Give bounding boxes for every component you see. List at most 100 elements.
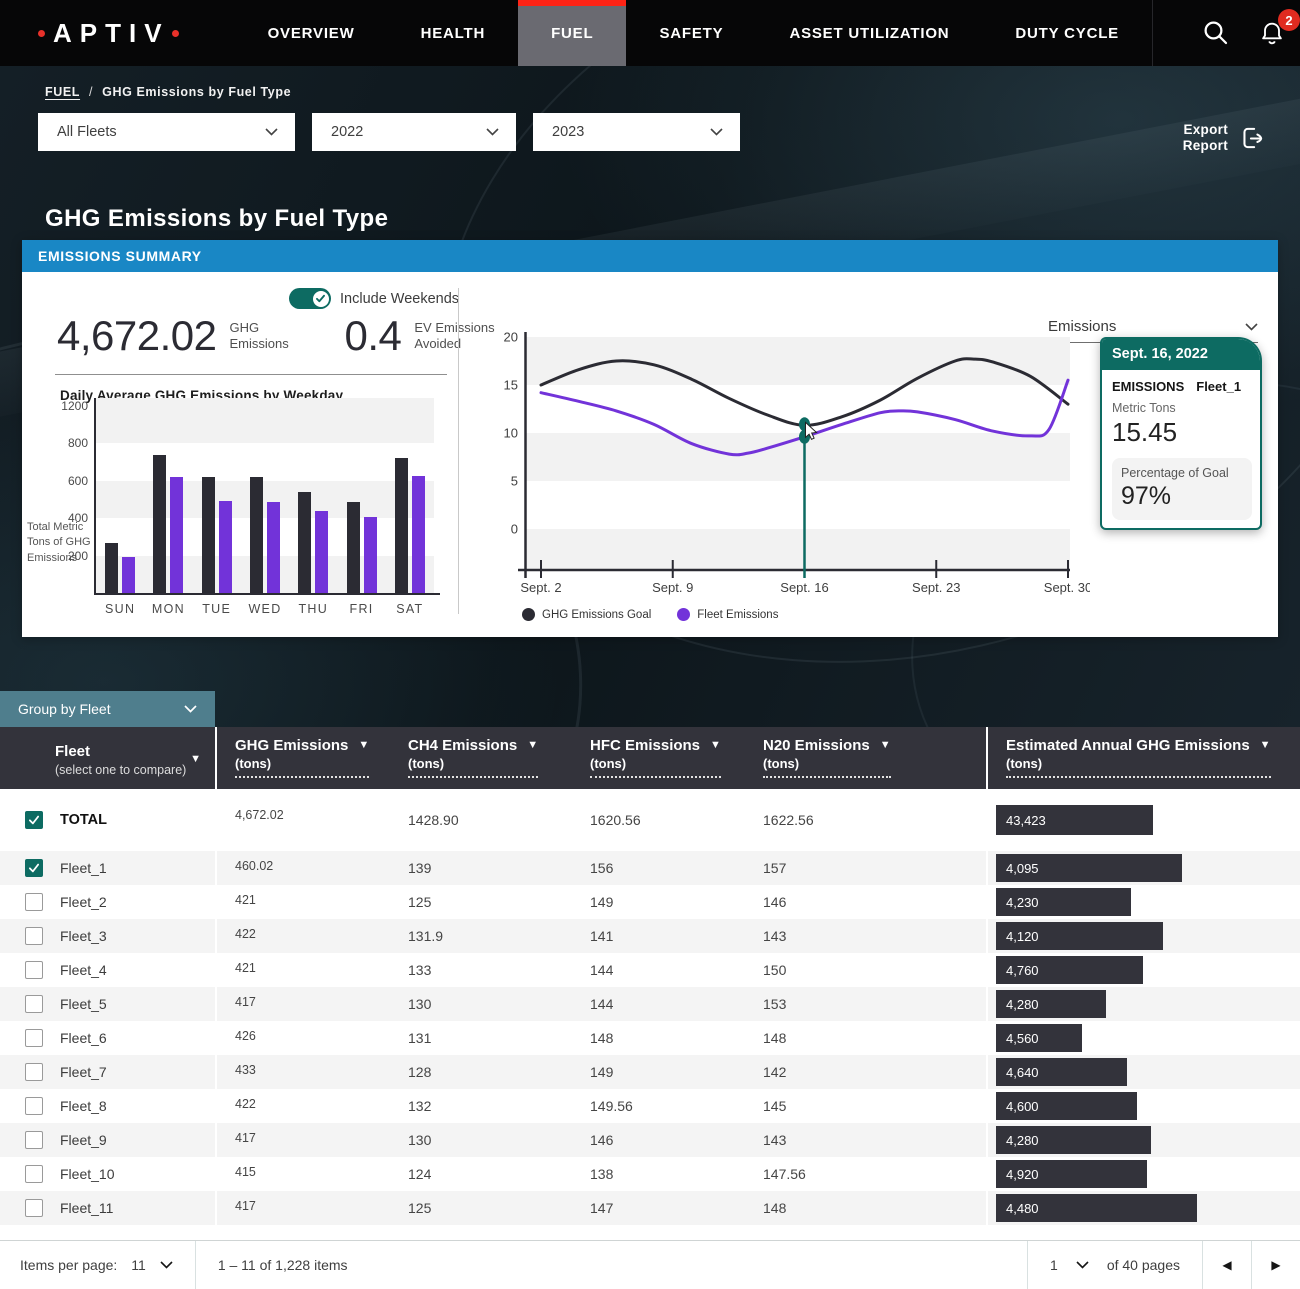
annual-ghg-bar: 4,095 <box>996 854 1182 882</box>
table-column-divider <box>215 727 217 1231</box>
emissions-line-chart[interactable]: 05101520Sept. 2Sept. 9Sept. 16Sept. 23Se… <box>496 330 1090 602</box>
sort-icon[interactable]: ▼ <box>710 739 721 752</box>
n2o-emissions-cell: 145 <box>745 1089 988 1123</box>
logo-text: APTIV <box>53 18 170 49</box>
next-page-button[interactable]: ▶ <box>1252 1241 1300 1289</box>
weekday-bar-thu-fleet[interactable] <box>315 511 328 593</box>
fleet-name: Fleet_1 <box>60 860 107 876</box>
items-per-page-control[interactable]: Items per page: 11 <box>0 1241 173 1289</box>
row-checkbox-checked[interactable] <box>25 811 43 829</box>
sort-icon[interactable]: ▼ <box>527 739 538 752</box>
column-header-fleet[interactable]: Fleet (select one to compare) ▼ <box>0 727 217 789</box>
column-header-hfc-emissions[interactable]: HFC Emissions ▼ (tons) <box>572 727 745 789</box>
nav-tab-health[interactable]: HEALTH <box>388 0 519 66</box>
table-row-fleet_8: Fleet_8 422 132 149.56 145 4,600 <box>0 1089 1300 1123</box>
column-header-estimated-annual-ghg-emissions[interactable]: Estimated Annual GHG Emissions ▼ (tons) <box>988 727 1300 789</box>
ghg-emissions-cell: 417 <box>217 1123 390 1157</box>
filter-select-0[interactable]: All Fleets <box>38 113 295 151</box>
column-label: Estimated Annual GHG Emissions <box>1006 737 1250 755</box>
row-checkbox[interactable] <box>25 1063 43 1081</box>
weekday-bar-fri-fleet[interactable] <box>364 517 377 593</box>
column-sublabel: (tons) <box>408 756 538 771</box>
search-icon[interactable] <box>1199 16 1233 50</box>
ch4-emissions-cell: 1428.90 <box>390 789 572 851</box>
row-checkbox[interactable] <box>25 1165 43 1183</box>
chevron-down-icon <box>710 128 723 136</box>
export-report-button[interactable]: ExportReport <box>1183 122 1266 154</box>
table-row-fleet_9: Fleet_9 417 130 146 143 4,280 <box>0 1123 1300 1157</box>
hfc-emissions-cell: 156 <box>572 851 745 885</box>
nav-tab-overview[interactable]: OVERVIEW <box>235 0 388 66</box>
row-checkbox[interactable] <box>25 995 43 1013</box>
column-label: HFC Emissions <box>590 737 700 755</box>
ch4-emissions-cell: 132 <box>390 1089 572 1123</box>
annual-ghg-bar: 4,230 <box>996 888 1131 916</box>
tooltip-metric-value: 15.45 <box>1112 417 1252 448</box>
sort-icon[interactable]: ▼ <box>880 739 891 752</box>
table-row-fleet_4: Fleet_4 421 133 144 150 4,760 <box>0 953 1300 987</box>
weekday-bar-fri-goal[interactable] <box>347 502 360 593</box>
column-header-ghg-emissions[interactable]: GHG Emissions ▼ (tons) <box>217 727 390 789</box>
nav-tab-duty-cycle[interactable]: DUTY CYCLE <box>982 0 1152 66</box>
legend-label: GHG Emissions Goal <box>542 609 651 621</box>
top-nav: APTIV OVERVIEWHEALTHFUELSAFETYASSET UTIL… <box>0 0 1300 66</box>
weekday-bar-tue-fleet[interactable] <box>219 501 232 593</box>
total-pages-label: of 40 pages <box>1107 1257 1180 1273</box>
previous-page-button[interactable]: ◀ <box>1203 1241 1251 1289</box>
tooltip-date: Sept. 16, 2022 <box>1102 339 1260 370</box>
row-checkbox[interactable] <box>25 961 43 979</box>
table-row-fleet_10: Fleet_10 415 124 138 147.56 4,920 <box>0 1157 1300 1191</box>
ch4-emissions-cell: 130 <box>390 1123 572 1157</box>
tooltip-fleet-name: Fleet_1 <box>1196 379 1241 394</box>
row-checkbox[interactable] <box>25 893 43 911</box>
row-checkbox-checked[interactable] <box>25 859 43 877</box>
include-weekends-toggle[interactable] <box>289 288 331 309</box>
weekday-bar-tue-goal[interactable] <box>202 477 215 593</box>
column-label: CH4 Emissions <box>408 737 517 755</box>
row-checkbox[interactable] <box>25 1029 43 1047</box>
column-sublabel: (tons) <box>590 756 721 771</box>
nav-tab-asset-utilization[interactable]: ASSET UTILIZATION <box>756 0 982 66</box>
annual-ghg-bar: 4,600 <box>996 1092 1137 1120</box>
row-checkbox[interactable] <box>25 1131 43 1149</box>
weekday-bar-sat-fleet[interactable] <box>412 476 425 593</box>
ghg-emissions-cell: 417 <box>217 1191 390 1225</box>
weekday-bar-chart: Total Metric Tons of GHG Emissions 20040… <box>22 390 458 630</box>
row-checkbox[interactable] <box>25 1199 43 1217</box>
aptiv-logo[interactable]: APTIV <box>38 0 179 66</box>
sort-icon[interactable]: ▼ <box>358 739 369 752</box>
weekday-bar-mon-goal[interactable] <box>153 455 166 593</box>
sort-icon[interactable]: ▼ <box>1260 739 1271 752</box>
weekday-bar-sat-goal[interactable] <box>395 458 408 593</box>
nav-divider <box>1152 0 1153 66</box>
weekday-bar-sun-goal[interactable] <box>105 543 118 593</box>
weekday-bar-sun-fleet[interactable] <box>122 557 135 593</box>
column-header-ch4-emissions[interactable]: CH4 Emissions ▼ (tons) <box>390 727 572 789</box>
weekday-bar-wed-fleet[interactable] <box>267 502 280 593</box>
column-header-n20-emissions[interactable]: N20 Emissions ▼ (tons) <box>745 727 988 789</box>
nav-tab-safety[interactable]: SAFETY <box>626 0 756 66</box>
hfc-emissions-cell: 149 <box>572 1055 745 1089</box>
pagination-right: 1 of 40 pages ◀ ▶ <box>1027 1241 1300 1289</box>
breadcrumb-fuel-link[interactable]: FUEL <box>45 85 80 99</box>
pane-divider <box>458 288 459 614</box>
row-checkbox[interactable] <box>25 927 43 945</box>
group-by-fleet-dropdown[interactable]: Group by Fleet <box>0 691 215 727</box>
sort-icon[interactable]: ▼ <box>190 753 201 765</box>
row-checkbox[interactable] <box>25 1097 43 1115</box>
notifications-bell-icon[interactable]: 2 <box>1255 16 1289 50</box>
hfc-emissions-cell: 146 <box>572 1123 745 1157</box>
n2o-emissions-cell: 143 <box>745 919 988 953</box>
filter-select-2[interactable]: 2023 <box>533 113 740 151</box>
filter-select-1[interactable]: 2022 <box>312 113 516 151</box>
annual-ghg-bar: 4,760 <box>996 956 1143 984</box>
nav-tab-fuel[interactable]: FUEL <box>518 0 626 66</box>
summary-stats: 4,672.02 GHG Emissions 0.4 EV Emissions … <box>57 312 506 360</box>
page-select[interactable]: 1 of 40 pages <box>1028 1241 1202 1289</box>
n2o-emissions-cell: 153 <box>745 987 988 1021</box>
annual-ghg-bar: 4,120 <box>996 922 1163 950</box>
weekday-bar-thu-goal[interactable] <box>298 492 311 593</box>
weekday-bar-wed-goal[interactable] <box>250 477 263 593</box>
weekday-bar-mon-fleet[interactable] <box>170 477 183 593</box>
hfc-emissions-cell: 149 <box>572 885 745 919</box>
